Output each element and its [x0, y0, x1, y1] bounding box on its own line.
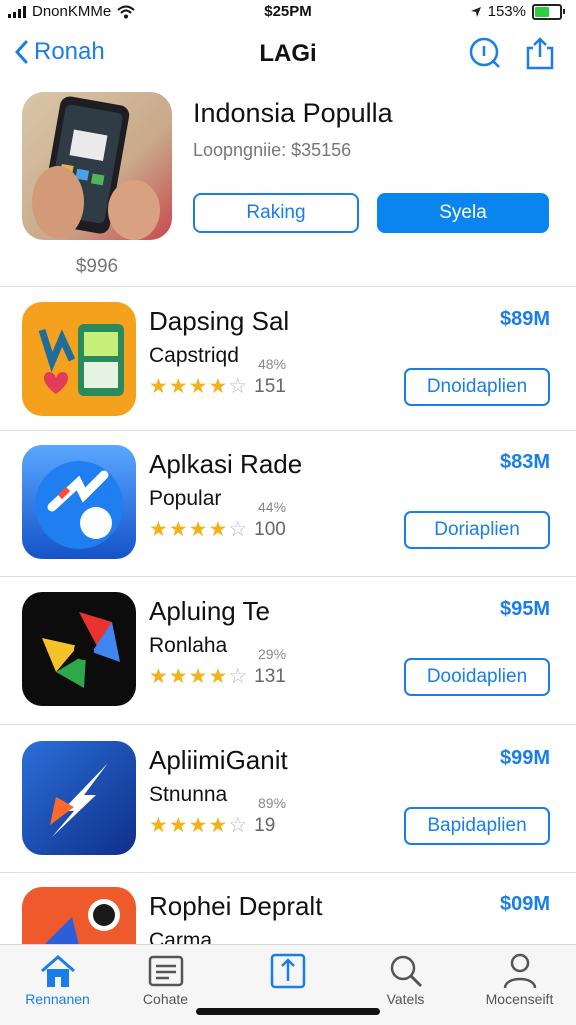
download-button[interactable]: Dnoidaplien	[404, 368, 550, 406]
app-icon[interactable]	[22, 302, 136, 416]
app-price: $99M	[499, 747, 550, 769]
star-icon: ★	[188, 518, 208, 541]
app-row[interactable]: ApliimiGanit Stnunna 89% ★ ★ ★ ★ ☆ 19 $99M B…	[0, 741, 576, 887]
app-price: $09M	[499, 893, 550, 915]
status-bar: DnonKMMe $25PM 153%	[0, 0, 576, 24]
star-icon: ★	[168, 665, 188, 688]
star-icon: ★	[149, 518, 168, 541]
star-empty-icon: ☆	[228, 814, 248, 837]
app-name: Rophei Depralt	[149, 891, 323, 921]
rating-count: 131	[254, 665, 286, 687]
tab-upload[interactable]	[230, 951, 345, 991]
tab-home[interactable]: Rennanen	[0, 951, 115, 1007]
star-icon: ★	[149, 814, 168, 837]
app-percent: 48%	[258, 356, 287, 372]
location-icon	[470, 6, 481, 17]
app-row[interactable]: Aplkasi Rade Popular 44% ★ ★ ★ ★ ☆ 100 $83M …	[0, 445, 576, 591]
star-rating: ★ ★ ★ ★ ☆ 100	[149, 517, 286, 542]
status-right: 153%	[470, 3, 565, 20]
tab-list[interactable]: Cohate	[108, 951, 223, 1007]
star-icon: ★	[168, 375, 188, 398]
tab-search[interactable]: Vatels	[348, 951, 463, 1007]
app-category: Popular	[149, 487, 222, 510]
app-percent: 89%	[258, 795, 287, 811]
app-row[interactable]: Apluing Te Ronlaha 29% ★ ★ ★ ★ ☆ 131 $95M Do…	[0, 592, 576, 738]
star-icon: ★	[188, 375, 208, 398]
star-empty-icon: ☆	[228, 375, 248, 398]
upload-icon	[270, 953, 305, 989]
featured-price: $996	[75, 256, 119, 277]
ranking-button[interactable]: Raking	[193, 193, 359, 233]
app-name: Aplkasi Rade	[149, 449, 303, 479]
rating-count: 151	[254, 375, 286, 397]
featured-subtitle: Loopngniie: $35156	[193, 140, 352, 160]
download-button[interactable]: Bapidaplien	[404, 807, 550, 845]
tab-label: Cohate	[142, 991, 189, 1007]
share-icon[interactable]	[524, 36, 556, 70]
download-button[interactable]: Doriaplien	[404, 511, 550, 549]
app-row[interactable]: Rophei Depralt Carma $09M	[0, 887, 576, 944]
home-indicator	[196, 1008, 380, 1015]
star-icon: ★	[188, 814, 208, 837]
app-price: $95M	[499, 598, 550, 620]
tab-label: Vatels	[386, 991, 425, 1007]
app-category: Ronlaha	[149, 634, 228, 657]
download-button[interactable]: Dooidaplien	[404, 658, 550, 696]
star-icon: ★	[168, 814, 188, 837]
star-icon: ★	[188, 665, 208, 688]
star-icon: ★	[168, 518, 188, 541]
star-empty-icon: ☆	[228, 518, 248, 541]
rating-count: 19	[254, 814, 276, 836]
app-name: Apluing Te	[149, 596, 270, 626]
tab-label: Mocenseift	[485, 991, 554, 1007]
app-percent: 29%	[258, 646, 287, 662]
search-icon	[390, 955, 422, 988]
nav-actions	[468, 36, 556, 70]
app-name: ApliimiGanit	[149, 745, 288, 775]
app-row[interactable]: Dapsing Sal Capstriqd 48% ★ ★ ★ ★ ☆ 151 $89M…	[0, 302, 576, 448]
featured-title: Indonsia Populla	[193, 98, 393, 128]
star-rating: ★ ★ ★ ★ ☆ 151	[149, 374, 286, 399]
featured-app-image[interactable]	[22, 92, 172, 240]
star-rating: ★ ★ ★ ★ ☆ 19	[149, 813, 275, 838]
star-icon: ★	[208, 814, 228, 837]
app-icon[interactable]	[22, 741, 136, 855]
divider	[0, 724, 576, 725]
app-category: Capstriqd	[149, 344, 239, 367]
battery-label: 153%	[487, 3, 526, 20]
app-percent: 44%	[258, 499, 287, 515]
app-price: $83M	[499, 451, 550, 473]
battery-icon	[532, 3, 565, 20]
home-icon	[40, 955, 75, 987]
star-icon: ★	[149, 375, 168, 398]
featured-app: $996 Indonsia Populla Loopngniie: $35156…	[0, 90, 576, 286]
app-category: Stnunna	[149, 783, 228, 806]
list-icon	[148, 955, 183, 987]
app-icon[interactable]	[22, 445, 136, 559]
app-icon[interactable]	[22, 887, 136, 944]
star-icon: ★	[208, 375, 228, 398]
divider	[0, 286, 576, 287]
divider	[0, 872, 576, 873]
tab-profile[interactable]: Mocenseift	[462, 951, 576, 1007]
primary-action-button[interactable]: Syela	[377, 193, 549, 233]
person-icon	[503, 953, 536, 989]
app-icon[interactable]	[22, 592, 136, 706]
divider	[0, 430, 576, 431]
star-rating: ★ ★ ★ ★ ☆ 131	[149, 664, 286, 689]
divider	[0, 576, 576, 577]
app-price: $89M	[499, 308, 550, 330]
star-icon: ★	[208, 518, 228, 541]
star-empty-icon: ☆	[228, 665, 248, 688]
star-icon: ★	[149, 665, 168, 688]
tab-label: Rennanen	[25, 991, 90, 1007]
rating-count: 100	[254, 518, 286, 540]
star-icon: ★	[208, 665, 228, 688]
app-category: Carma	[149, 929, 213, 944]
nav-bar: Ronah LAGi	[0, 30, 576, 80]
app-name: Dapsing Sal	[149, 306, 290, 336]
info-icon[interactable]	[468, 36, 502, 70]
